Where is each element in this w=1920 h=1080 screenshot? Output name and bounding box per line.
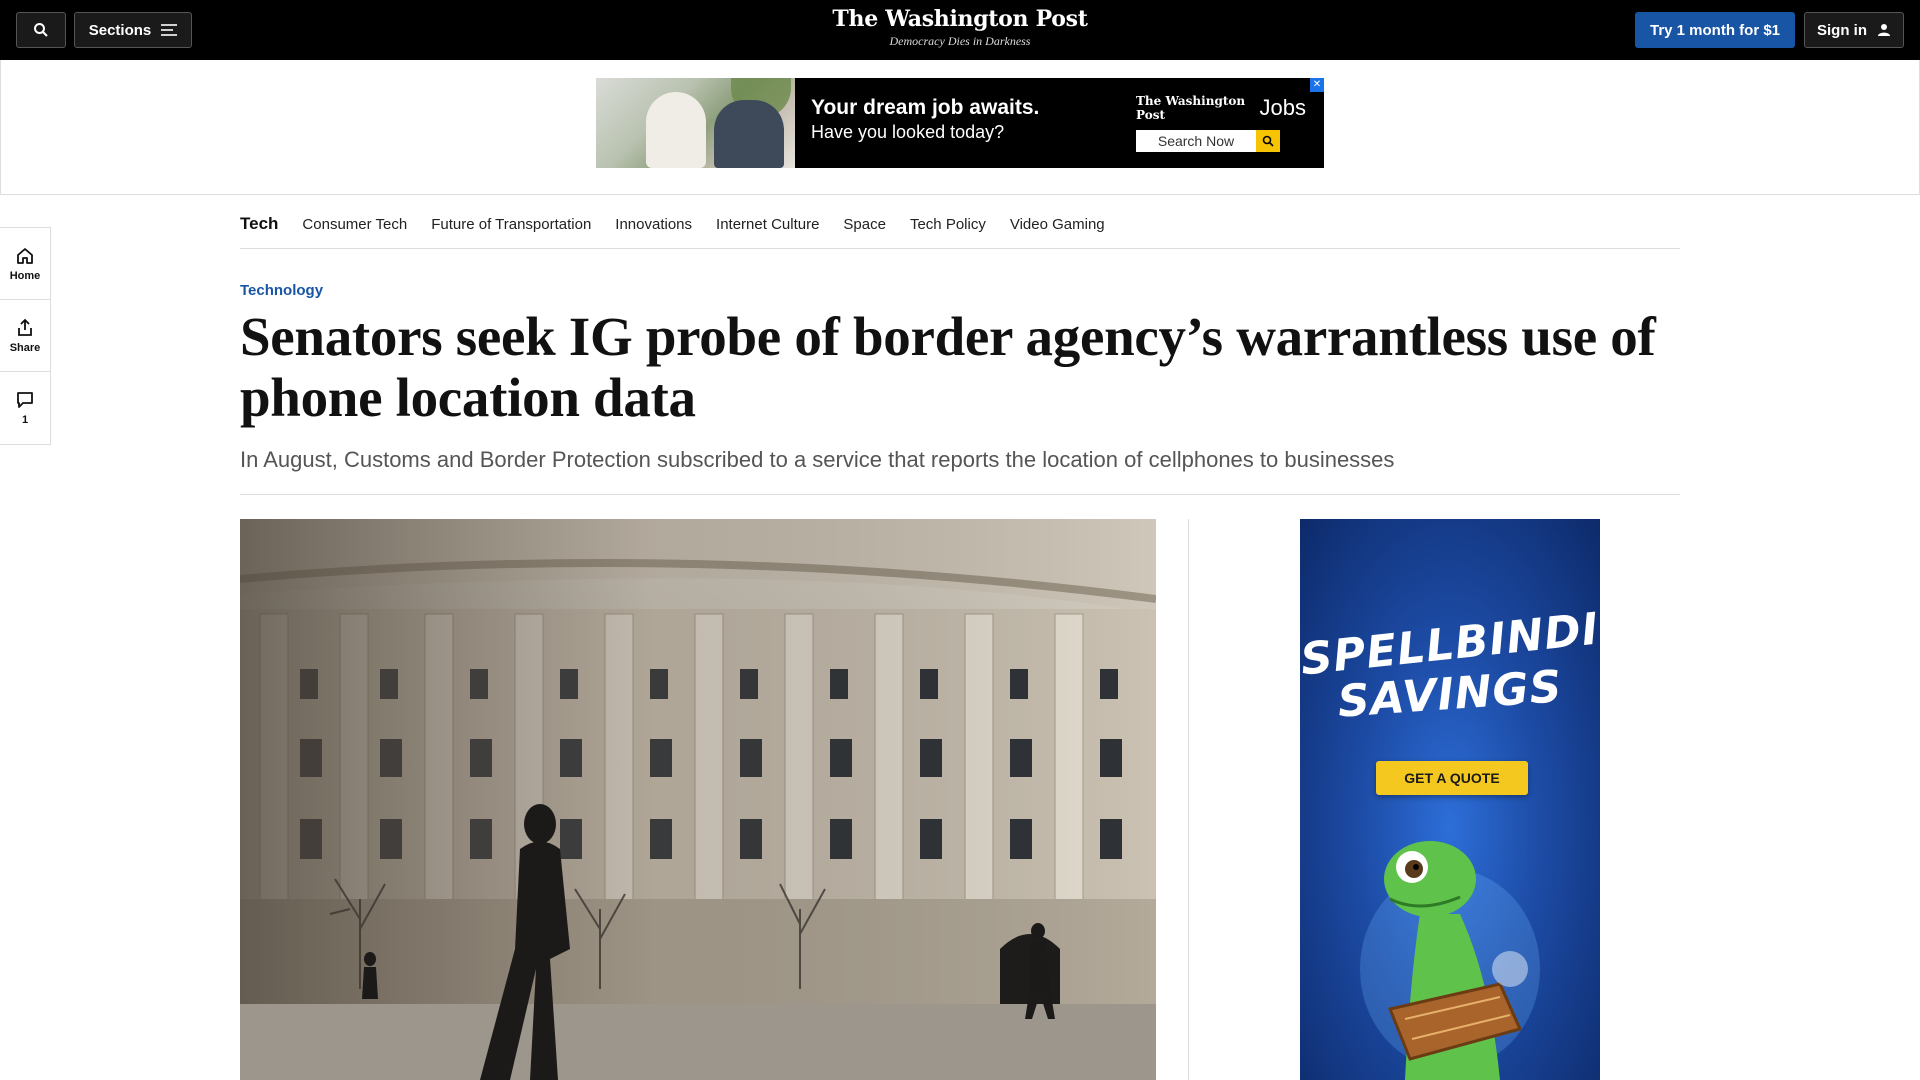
share-label: Share bbox=[9, 341, 41, 354]
article-kicker[interactable]: Technology bbox=[240, 282, 323, 299]
banner-ad-photo bbox=[596, 78, 795, 168]
section-link-future-of-transportation[interactable]: Future of Transportation bbox=[431, 216, 591, 233]
share-icon bbox=[18, 318, 32, 336]
ad-choices-icon[interactable]: ✕ bbox=[1310, 78, 1324, 92]
comments-count: 1 bbox=[21, 414, 29, 426]
banner-ad-product: Jobs bbox=[1259, 95, 1306, 120]
section-link-video-gaming[interactable]: Video Gaming bbox=[1010, 216, 1105, 233]
site-tagline: Democracy Dies in Darkness bbox=[889, 34, 1031, 48]
sections-label: Sections bbox=[88, 21, 152, 39]
masthead[interactable]: The Washington Post Democracy Dies in Da… bbox=[760, 6, 1160, 49]
search-icon bbox=[1262, 135, 1274, 147]
sign-in-label: Sign in bbox=[1817, 21, 1867, 39]
search-icon bbox=[34, 23, 48, 37]
side-ad-cta-button[interactable]: GET A QUOTE bbox=[1376, 761, 1528, 795]
banner-ad-search-field[interactable]: Search Now bbox=[1136, 130, 1256, 152]
section-link-innovations[interactable]: Innovations bbox=[615, 216, 692, 233]
lead-image bbox=[240, 519, 1156, 1080]
section-title[interactable]: Tech bbox=[240, 214, 278, 234]
hamburger-icon bbox=[161, 24, 178, 36]
article-headline: Senators seek IG probe of border agency’… bbox=[240, 306, 1656, 428]
side-ad[interactable]: SPELLBINDING SAVINGS GET A QUOTE bbox=[1300, 519, 1600, 1080]
comments-button[interactable]: 1 bbox=[0, 372, 50, 444]
subscribe-button[interactable]: Try 1 month for $1 bbox=[1635, 12, 1795, 48]
banner-ad-headline: Your dream job awaits. bbox=[811, 96, 1040, 119]
divider bbox=[240, 494, 1680, 495]
home-icon bbox=[17, 247, 33, 264]
home-button[interactable]: Home bbox=[0, 228, 50, 300]
sign-in-button[interactable]: Sign in bbox=[1804, 12, 1904, 48]
gecko-mascot-illustration bbox=[1360, 841, 1540, 1080]
comment-icon bbox=[17, 392, 33, 408]
section-link-internet-culture[interactable]: Internet Culture bbox=[716, 216, 819, 233]
share-button[interactable]: Share bbox=[0, 300, 50, 372]
article-dek: In August, Customs and Border Protection… bbox=[240, 447, 1395, 472]
search-button[interactable] bbox=[16, 12, 66, 48]
jobs-banner-ad[interactable]: Your dream job awaits. Have you looked t… bbox=[596, 78, 1324, 168]
home-label: Home bbox=[9, 269, 41, 282]
banner-ad-search[interactable]: Search Now bbox=[1136, 130, 1306, 152]
banner-ad-brand: The Washington Post bbox=[1136, 94, 1246, 122]
section-link-tech-policy[interactable]: Tech Policy bbox=[910, 216, 986, 233]
section-navigation: Tech Consumer Tech Future of Transportat… bbox=[240, 200, 1680, 249]
section-link-space[interactable]: Space bbox=[843, 216, 886, 233]
top-navigation-bar: Sections The Washington Post Democracy D… bbox=[0, 0, 1920, 60]
sections-menu-button[interactable]: Sections bbox=[74, 12, 192, 48]
section-link-consumer-tech[interactable]: Consumer Tech bbox=[302, 216, 407, 233]
banner-ad-subline: Have you looked today? bbox=[811, 122, 1005, 142]
banner-ad-search-button[interactable] bbox=[1256, 130, 1280, 152]
user-icon bbox=[1878, 24, 1890, 36]
left-action-rail: Home Share 1 bbox=[0, 227, 51, 445]
site-logo[interactable]: The Washington Post bbox=[760, 6, 1160, 32]
lead-image-building-scene bbox=[240, 519, 1156, 1080]
column-divider bbox=[1188, 519, 1189, 1080]
